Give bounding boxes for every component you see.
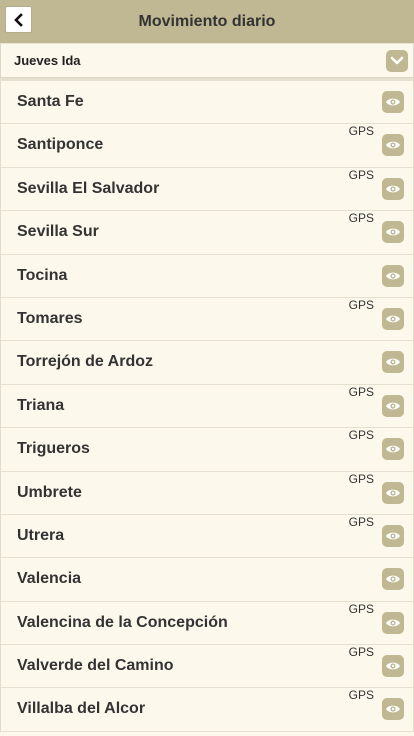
stop-name: Trigueros [17,440,90,458]
stop-name: Umbrete [17,483,82,501]
list-item[interactable]: Umbrete GPS [1,471,413,515]
gps-badge: GPS [348,471,374,486]
stop-name: Sevilla El Salvador [17,179,160,197]
gps-badge: GPS [348,211,374,226]
eye-icon[interactable] [382,698,404,721]
eye-icon[interactable] [382,177,404,200]
eye-icon[interactable] [382,655,404,678]
list-item[interactable]: Triana GPS [1,384,413,429]
list-item[interactable]: Valencia [1,558,413,602]
gps-badge: GPS [348,688,374,703]
list-item[interactable]: Trigueros GPS [1,428,413,472]
eye-icon[interactable] [382,264,404,287]
back-button[interactable] [5,6,32,33]
stop-name: Torrejón de Ardoz [17,353,153,371]
eye-icon[interactable] [382,351,404,374]
stop-name: Utrera [17,526,65,544]
stop-name: Valencia [17,570,82,588]
eye-icon[interactable] [382,91,404,113]
list-item[interactable]: Tocina [1,254,413,298]
list-item[interactable]: Sevilla Sur GPS [1,211,413,255]
eye-icon[interactable] [382,438,404,461]
list-item[interactable]: Villalba del Alcor GPS [1,688,413,732]
eye-icon[interactable] [382,394,404,417]
day-selector[interactable]: Jueves Ida [0,43,414,78]
chevron-left-icon [13,12,23,27]
eye-icon[interactable] [382,524,404,547]
gps-badge: GPS [348,167,374,182]
list-item[interactable]: Utrera GPS [1,514,413,559]
eye-icon[interactable] [382,221,404,244]
stop-name: Santiponce [17,136,104,154]
eye-icon[interactable] [382,481,404,504]
stop-name: Triana [17,396,65,414]
eye-icon[interactable] [382,307,404,330]
stop-name: Valverde del Camino [17,657,174,675]
stop-name: Valencina de la Concepción [17,613,228,631]
stop-name: Tomares [17,309,83,327]
eye-icon[interactable] [382,568,404,591]
header-bar: Movimiento diario [0,0,414,43]
gps-badge: GPS [348,428,374,443]
gps-badge: GPS [348,384,374,399]
list-item[interactable]: Sevilla El Salvador GPS [1,167,413,212]
gps-badge: GPS [348,645,374,660]
stop-list: Santa Fe Santiponce GPS Sevilla El Salvador… [0,81,414,732]
list-item[interactable]: Torrejón de Ardoz [1,341,413,385]
list-item[interactable]: Valverde del Camino GPS [1,645,413,689]
list-item[interactable]: Santa Fe [1,81,413,125]
gps-badge: GPS [348,297,374,312]
day-selector-value: Jueves Ida [14,53,81,68]
stop-name: Sevilla Sur [17,223,99,241]
page-title: Movimiento diario [138,13,276,30]
chevron-down-icon[interactable] [386,50,408,72]
gps-badge: GPS [348,124,374,139]
list-item[interactable]: Santiponce GPS [1,124,413,168]
gps-badge: GPS [348,514,374,529]
stop-name: Santa Fe [17,93,84,110]
list-item[interactable]: Valencina de la Concepción GPS [1,601,413,646]
gps-badge: GPS [348,601,374,616]
stop-name: Tocina [17,266,68,284]
list-item[interactable]: Tomares GPS [1,297,413,342]
eye-icon[interactable] [382,611,404,634]
stop-name: Villalba del Alcor [17,700,146,718]
eye-icon[interactable] [382,134,404,157]
